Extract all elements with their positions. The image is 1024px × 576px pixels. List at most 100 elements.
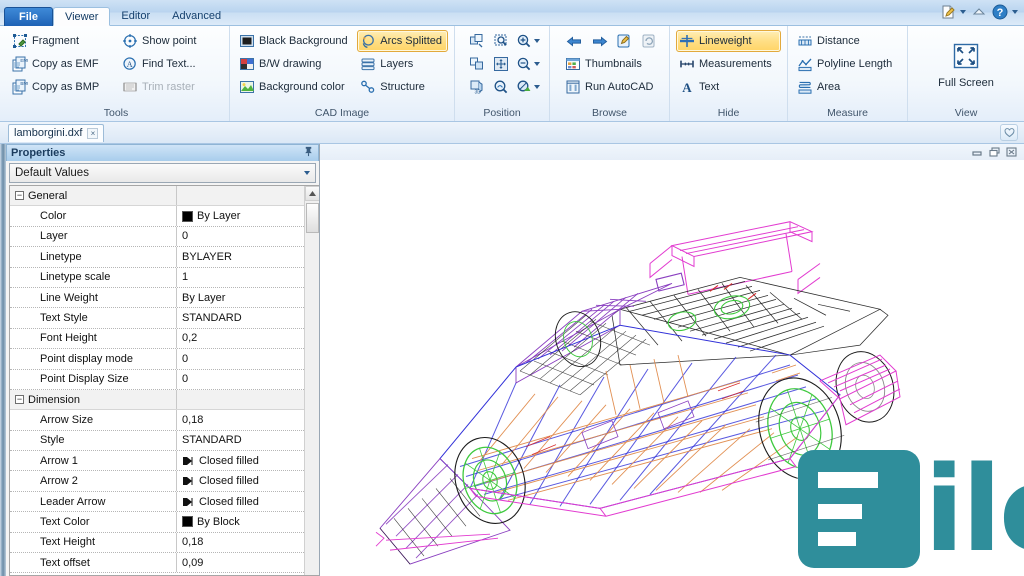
ribbon-item-copy-as-emf[interactable]: EMF Copy as EMF xyxy=(9,53,117,75)
menu-tab-advanced[interactable]: Advanced xyxy=(161,7,232,26)
collapse-icon[interactable]: − xyxy=(15,191,24,201)
property-row-font-height[interactable]: Font Height 0,2 xyxy=(10,328,304,350)
property-row-point-display-mode[interactable]: Point display mode 0 xyxy=(10,349,304,370)
minimize-icon[interactable] xyxy=(971,147,984,158)
property-row-text-color[interactable]: Text Color By Block xyxy=(10,512,304,533)
property-row-text-style[interactable]: Text Style STANDARD xyxy=(10,308,304,329)
zoom-selection-icon[interactable] xyxy=(489,76,512,98)
move-icon[interactable] xyxy=(465,53,488,75)
property-value: 0 xyxy=(182,373,189,386)
cad-canvas[interactable]: ileCR xyxy=(320,160,1024,576)
pin-icon[interactable] xyxy=(303,146,314,160)
menu-tab-viewer[interactable]: Viewer xyxy=(52,7,111,26)
rotate-3d-icon[interactable]: 3D xyxy=(465,76,488,98)
property-row-line-weight[interactable]: Line Weight By Layer xyxy=(10,287,304,309)
pan-icon[interactable] xyxy=(465,30,488,52)
ribbon-item-measurements[interactable]: Measurements xyxy=(676,53,781,75)
ribbon-label: B/W drawing xyxy=(259,58,322,70)
properties-selector-value: Default Values xyxy=(15,167,89,179)
property-category-row[interactable]: − General xyxy=(10,186,304,207)
property-row-leader-arrow[interactable]: Leader Arrow Closed filled xyxy=(10,491,304,513)
help-caret-icon[interactable] xyxy=(1012,9,1018,14)
ribbon-item-show-point[interactable]: Show point xyxy=(119,30,223,52)
properties-panel-title: Properties xyxy=(11,147,66,159)
properties-scrollbar[interactable] xyxy=(304,186,319,575)
help-icon[interactable]: ? xyxy=(991,3,1008,20)
ribbon-label: Find Text... xyxy=(142,58,196,70)
ribbon-group-label: Measure xyxy=(827,107,868,119)
property-value: STANDARD xyxy=(182,434,242,447)
edit-document-icon[interactable] xyxy=(939,3,956,20)
document-tab-lamborgini[interactable]: lamborgini.dxf × xyxy=(8,123,105,142)
properties-panel-header: Properties xyxy=(6,144,319,161)
property-row-arrow-2[interactable]: Arrow 2 Closed filled xyxy=(10,471,304,492)
distance-icon xyxy=(797,33,813,49)
properties-rows: − General Color By Layer Layer 0 Linetyp… xyxy=(10,186,304,575)
up-arrow-icon[interactable] xyxy=(970,3,987,20)
color-swatch xyxy=(182,516,193,528)
zoom-out-dropdown-icon[interactable] xyxy=(514,53,543,75)
ribbon-item-lineweight[interactable]: Lineweight xyxy=(676,30,781,52)
next-arrow-icon[interactable] xyxy=(587,30,611,52)
reload-icon[interactable] xyxy=(637,30,661,52)
property-row-style[interactable]: Style STANDARD xyxy=(10,430,304,452)
ribbon-item-run-autocad[interactable]: Run AutoCAD xyxy=(562,76,663,98)
close-icon[interactable] xyxy=(1005,147,1018,158)
property-row-text-height[interactable]: Text Height 0,18 xyxy=(10,532,304,554)
ribbon-item-find-text[interactable]: A Find Text... xyxy=(119,53,223,75)
open-external-icon[interactable] xyxy=(612,30,636,52)
property-row-linetype[interactable]: Linetype BYLAYER xyxy=(10,247,304,268)
property-row-layer[interactable]: Layer 0 xyxy=(10,226,304,248)
ribbon-item-background-color[interactable]: Background color xyxy=(236,76,355,98)
ribbon-item-layers[interactable]: Layers xyxy=(357,53,448,75)
menu-tab-editor[interactable]: Editor xyxy=(110,7,161,26)
property-row-linetype-scale[interactable]: Linetype scale 1 xyxy=(10,267,304,288)
mdi-window-controls xyxy=(320,144,1024,160)
property-row-arrow-size[interactable]: Arrow Size 0,18 xyxy=(10,410,304,431)
ribbon-item-distance[interactable]: Distance xyxy=(794,30,901,52)
ribbon-item-polyline-length[interactable]: Polyline Length xyxy=(794,53,901,75)
ribbon-group-label: Hide xyxy=(717,107,740,119)
ribbon-label: Measurements xyxy=(699,58,772,70)
scrollbar-thumb[interactable] xyxy=(305,203,319,233)
property-value: 0,09 xyxy=(182,556,204,569)
ribbon-item-black-background[interactable]: Black Background xyxy=(236,30,355,52)
ribbon-item-structure[interactable]: Structure xyxy=(357,76,448,98)
ribbon-item-text[interactable]: A Text xyxy=(676,76,781,98)
property-row-point-display-size[interactable]: Point Display Size 0 xyxy=(10,369,304,390)
fit-to-window-icon[interactable] xyxy=(489,53,512,75)
collapse-icon[interactable]: − xyxy=(15,395,24,405)
properties-selector[interactable]: Default Values xyxy=(9,163,316,183)
property-name: Point Display Size xyxy=(40,373,129,386)
property-name: Linetype scale xyxy=(40,271,111,284)
property-name: General xyxy=(28,189,68,202)
property-row-text-offset[interactable]: Text offset 0,09 xyxy=(10,553,304,574)
ribbon-item-arcs-splitted[interactable]: Arcs Splitted xyxy=(357,30,448,52)
scroll-up-icon[interactable] xyxy=(304,186,319,201)
ribbon-item-thumbnails[interactable]: Thumbnails xyxy=(562,53,663,75)
close-icon[interactable]: × xyxy=(87,127,99,139)
ribbon-item-trim-raster[interactable]: Trim raster xyxy=(119,76,223,98)
zoom-in-dropdown-icon[interactable] xyxy=(514,30,543,52)
menu-tab-file[interactable]: File xyxy=(4,7,53,26)
property-row-color[interactable]: Color By Layer xyxy=(10,206,304,227)
ribbon-item-bw-drawing[interactable]: B/W drawing xyxy=(236,53,355,75)
property-category-row[interactable]: − Dimension xyxy=(10,389,304,411)
restore-icon[interactable] xyxy=(988,147,1001,158)
find-text-icon: A xyxy=(122,56,138,72)
chevron-down-icon[interactable] xyxy=(304,171,310,175)
previous-arrow-icon[interactable] xyxy=(562,30,586,52)
ribbon-item-fragment[interactable]: Fragment xyxy=(9,30,117,52)
zoom-window-icon[interactable] xyxy=(489,30,512,52)
property-row-arrow-1[interactable]: Arrow 1 Closed filled xyxy=(10,451,304,472)
quick-access-caret-icon[interactable] xyxy=(960,9,966,14)
ribbon-item-area[interactable]: Area xyxy=(794,76,901,98)
ribbon-item-copy-as-bmp[interactable]: BMP Copy as BMP xyxy=(9,76,117,98)
heart-icon[interactable] xyxy=(1000,124,1018,141)
copy-bmp-icon: BMP xyxy=(12,79,30,95)
arcs-splitted-icon xyxy=(360,33,376,49)
svg-text:EMF: EMF xyxy=(20,58,28,63)
property-value: Closed filled xyxy=(199,454,259,467)
zoom-preset-dropdown-icon[interactable] xyxy=(514,76,543,98)
property-name: Layer xyxy=(40,230,68,243)
